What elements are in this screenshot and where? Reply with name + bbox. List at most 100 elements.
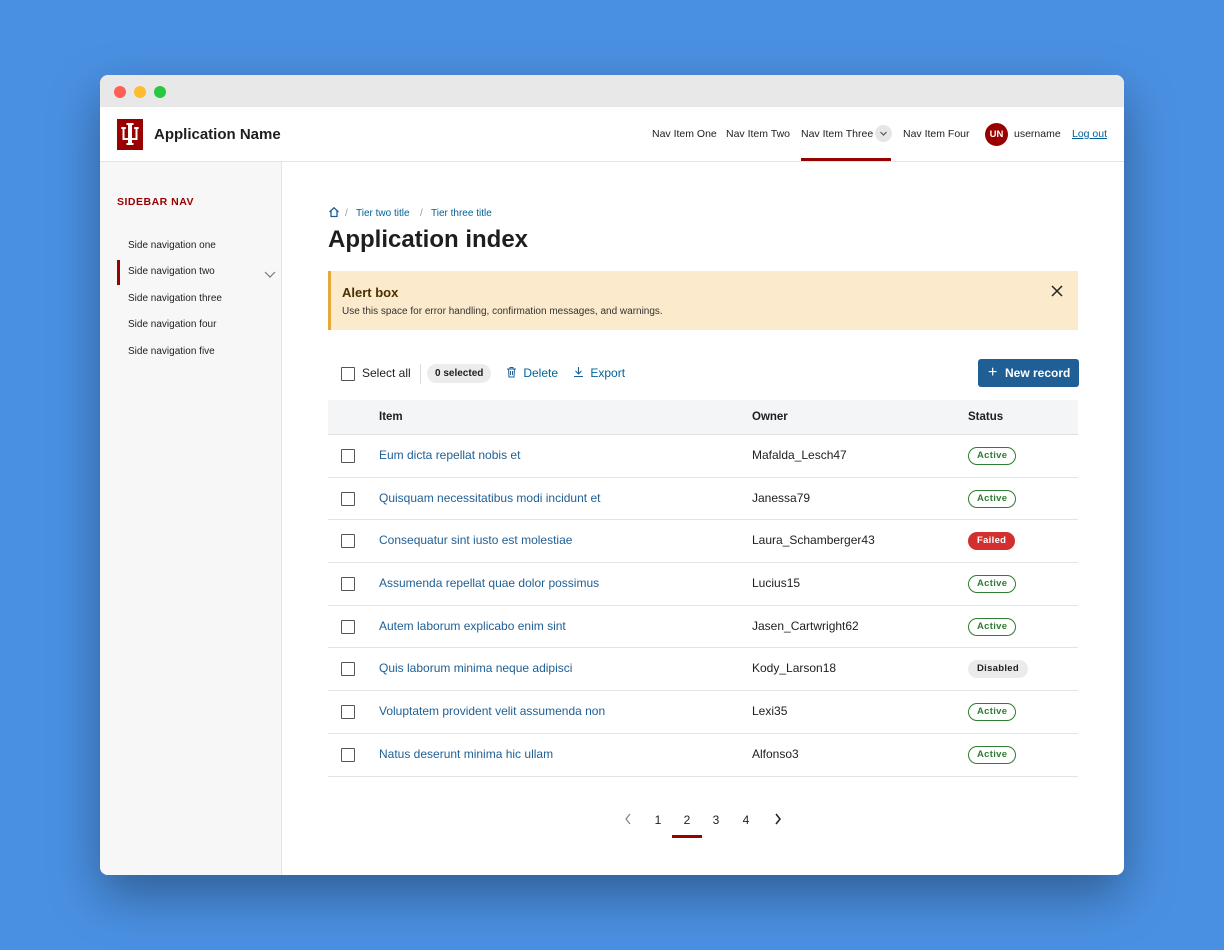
table-toolbar: Select all 0 selected Delete Export + Ne… [328, 359, 1079, 389]
nav-item-two[interactable]: Nav Item Two [726, 128, 790, 140]
item-link[interactable]: Autem laborum explicabo enim sint [379, 619, 566, 633]
owner-cell: Alfonso3 [752, 746, 799, 761]
minimize-window-button[interactable] [134, 86, 146, 98]
status-badge: Active [968, 575, 1017, 594]
owner-cell: Jasen_Cartwright62 [752, 618, 859, 633]
divider [420, 364, 421, 384]
username: username [1014, 128, 1061, 140]
current-page-indicator [672, 835, 702, 838]
new-record-label: New record [1005, 366, 1071, 380]
row-checkbox[interactable] [341, 705, 355, 720]
table-row: Voluptatem provident velit assumenda non… [328, 691, 1078, 734]
breadcrumb-separator: / [420, 208, 423, 219]
table-row: Autem laborum explicabo enim sint Jasen_C… [328, 606, 1078, 649]
row-checkbox[interactable] [341, 449, 355, 463]
select-all-label[interactable]: Select all [362, 366, 411, 380]
status-badge: Active [968, 703, 1017, 722]
status-badge: Active [968, 617, 1017, 636]
sidebar-title: SIDEBAR NAV [117, 196, 195, 208]
trash-icon [507, 367, 516, 378]
page-title: Application index [328, 226, 529, 253]
chevron-right-icon[interactable] [768, 813, 788, 828]
breadcrumb-item[interactable]: Tier two title [356, 208, 410, 219]
alert-message: Use this space for error handling, confi… [342, 306, 663, 317]
item-link[interactable]: Natus deserunt minima hic ullam [379, 747, 553, 761]
item-link[interactable]: Consequatur sint iusto est molestiae [379, 533, 572, 547]
page-number[interactable]: 1 [648, 813, 668, 827]
status-badge: Active [968, 489, 1017, 508]
records-table: Item Owner Status Eum dicta repellat nob… [328, 400, 1078, 777]
nav-item-four[interactable]: Nav Item Four [903, 128, 970, 140]
owner-cell: Lexi35 [752, 704, 788, 719]
page-number-current[interactable]: 2 [677, 813, 697, 827]
nav-item-three[interactable]: Nav Item Three [801, 128, 873, 140]
chevron-down-icon[interactable] [263, 267, 277, 285]
breadcrumb-item[interactable]: Tier three title [431, 208, 492, 219]
page-number[interactable]: 4 [736, 813, 756, 827]
status-badge: Active [968, 745, 1017, 764]
column-header-owner[interactable]: Owner [752, 411, 788, 423]
download-icon [574, 367, 583, 378]
app-name[interactable]: Application Name [154, 126, 281, 143]
selected-count-badge: 0 selected [427, 364, 492, 383]
avatar[interactable]: UN [985, 123, 1008, 146]
export-button[interactable]: Export [573, 366, 625, 380]
breadcrumb-separator: / [345, 208, 348, 219]
item-link[interactable]: Quisquam necessitatibus modi incidunt et [379, 491, 600, 505]
sidebar-item-five[interactable]: Side navigation five [128, 346, 215, 357]
row-checkbox[interactable] [341, 534, 355, 549]
owner-cell: Laura_Schamberger43 [752, 533, 875, 548]
sidebar-item-three[interactable]: Side navigation three [128, 293, 222, 304]
table-row: Quisquam necessitatibus modi incidunt et… [328, 478, 1078, 521]
row-checkbox[interactable] [341, 619, 355, 634]
table-row: Quis laborum minima neque adipisci Kody_L… [328, 648, 1078, 692]
home-icon[interactable] [328, 206, 340, 221]
delete-label: Delete [523, 366, 559, 380]
status-badge: Active [968, 447, 1017, 465]
row-checkbox[interactable] [341, 747, 355, 762]
page-number[interactable]: 3 [706, 813, 726, 827]
table-row: Consequatur sint iusto est molestiae Laur… [328, 520, 1078, 564]
column-header-item[interactable]: Item [379, 411, 403, 423]
table-header: Item Owner Status [328, 400, 1078, 435]
item-link[interactable]: Assumenda repellat quae dolor possimus [379, 576, 599, 590]
maximize-window-button[interactable] [154, 86, 166, 98]
row-checkbox[interactable] [341, 662, 355, 677]
alert-box: Alert box Use this space for error handl… [328, 271, 1078, 330]
chevron-left-icon[interactable] [618, 813, 638, 828]
export-label: Export [590, 366, 626, 380]
sidebar-item-one[interactable]: Side navigation one [128, 240, 216, 251]
status-badge: Failed [968, 532, 1016, 551]
row-checkbox[interactable] [341, 577, 355, 592]
pagination: 1 2 3 4 [328, 807, 1078, 838]
owner-cell: Kody_Larson18 [752, 661, 837, 676]
plus-icon: + [988, 364, 998, 381]
alert-title: Alert box [342, 285, 399, 300]
trident-logo-icon[interactable] [117, 119, 143, 150]
nav-item-one[interactable]: Nav Item One [652, 128, 717, 140]
row-checkbox[interactable] [341, 491, 355, 506]
chevron-down-icon[interactable] [875, 125, 892, 142]
select-all-checkbox[interactable] [341, 367, 355, 381]
active-nav-indicator [801, 158, 891, 161]
sidebar-item-two[interactable]: Side navigation two [128, 266, 215, 277]
item-link[interactable]: Quis laborum minima neque adipisci [379, 661, 572, 675]
close-icon[interactable] [1050, 284, 1064, 298]
item-link[interactable]: Voluptatem provident velit assumenda non [379, 704, 605, 718]
logout-link[interactable]: Log out [1072, 128, 1107, 140]
owner-cell: Janessa79 [752, 490, 811, 505]
sidebar-active-indicator [117, 260, 120, 285]
window-titlebar [100, 75, 1124, 107]
app-window: Application Name Nav Item One Nav Item T… [100, 75, 1124, 875]
column-header-status[interactable]: Status [968, 411, 1003, 423]
status-badge: Disabled [968, 660, 1028, 679]
table-row: Eum dicta repellat nobis et Mafalda_Lesch… [328, 435, 1078, 478]
sidebar-item-four[interactable]: Side navigation four [128, 319, 216, 330]
app-header: Application Name Nav Item One Nav Item T… [100, 107, 1124, 162]
table-row: Natus deserunt minima hic ullam Alfonso3 A… [328, 734, 1078, 777]
table-body: Eum dicta repellat nobis et Mafalda_Lesch… [328, 435, 1078, 777]
delete-button[interactable]: Delete [506, 366, 558, 380]
close-window-button[interactable] [114, 86, 126, 98]
new-record-button[interactable]: + New record [978, 359, 1079, 387]
item-link[interactable]: Eum dicta repellat nobis et [379, 448, 520, 462]
